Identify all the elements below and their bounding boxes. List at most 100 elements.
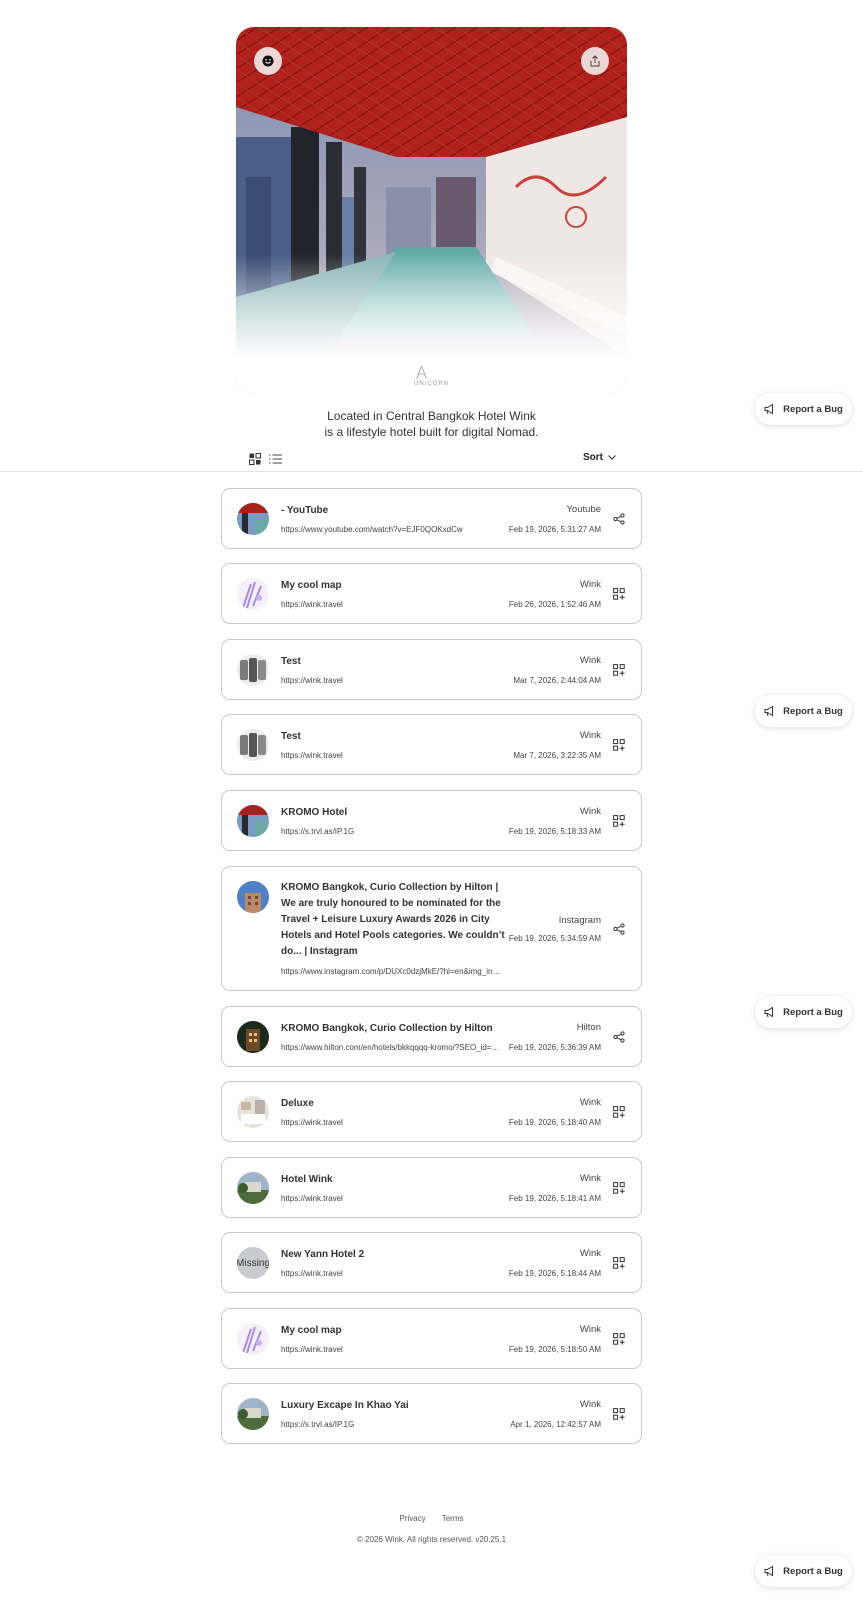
- item-card[interactable]: Luxury Excape In Khao Yai https://s.trvl.…: [221, 1383, 642, 1444]
- sort-dropdown[interactable]: Sort: [583, 452, 616, 463]
- item-title[interactable]: KROMO Hotel: [281, 805, 501, 821]
- item-title[interactable]: Deluxe: [281, 1096, 501, 1112]
- report-bug-label: Report a Bug: [783, 1006, 843, 1018]
- hotel-logo: UNICORN: [414, 365, 449, 387]
- report-bug-button[interactable]: Report a Bug: [755, 695, 852, 727]
- item-date: Mar 7, 2026, 2:44:04 AM: [513, 676, 601, 685]
- item-thumbnail: [237, 1172, 269, 1204]
- add-to-grid-icon[interactable]: [613, 1333, 625, 1345]
- report-bug-button[interactable]: Report a Bug: [755, 996, 852, 1028]
- item-thumbnail: Missing: [237, 1247, 269, 1279]
- item-url: https://wink.travel: [281, 676, 343, 685]
- item-url: https://wink.travel: [281, 1345, 343, 1354]
- item-card[interactable]: Test https://wink.travel Wink Mar 7, 2026, …: [221, 639, 642, 700]
- item-source: Wink: [579, 579, 601, 590]
- item-date: Feb 19, 2026, 5:18:50 AM: [508, 1345, 601, 1354]
- item-source: Wink: [579, 1097, 601, 1108]
- item-thumbnail: [237, 1096, 269, 1128]
- item-thumbnail: [237, 881, 269, 913]
- item-url: https://s.trvl.as/IP.1G: [281, 1420, 355, 1429]
- megaphone-icon: [764, 1006, 776, 1018]
- add-to-grid-icon[interactable]: [613, 664, 625, 676]
- add-to-grid-icon[interactable]: [613, 1257, 625, 1269]
- sort-label: Sort: [583, 452, 603, 463]
- item-date: Feb 19, 2026, 5:18:41 AM: [508, 1194, 601, 1203]
- hotel-tagline: Located in Central Bangkok Hotel Wink is…: [0, 408, 863, 440]
- view-toggle: [248, 452, 282, 465]
- add-to-grid-icon[interactable]: [613, 1182, 625, 1194]
- add-to-grid-icon[interactable]: [613, 1408, 625, 1420]
- item-url: https://www.youtube.com/watch?v=EJF0QOKx…: [281, 525, 463, 534]
- item-title[interactable]: Luxury Excape In Khao Yai: [281, 1398, 501, 1414]
- item-url: https://s.trvl.as/IP.1G: [281, 827, 355, 836]
- share-icon[interactable]: [613, 923, 625, 935]
- report-bug-label: Report a Bug: [783, 403, 843, 415]
- add-to-grid-icon[interactable]: [613, 815, 625, 827]
- item-card[interactable]: Deluxe https://wink.travel Wink Feb 19, 202…: [221, 1081, 642, 1142]
- tagline-line-2: is a lifestyle hotel built for digital N…: [324, 425, 539, 439]
- item-source: Wink: [579, 1173, 601, 1184]
- item-title[interactable]: Test: [281, 729, 501, 745]
- item-thumbnail: [237, 1021, 269, 1053]
- item-card[interactable]: My cool map https://wink.travel Wink Feb 26…: [221, 563, 642, 624]
- megaphone-icon: [764, 403, 776, 415]
- item-card[interactable]: KROMO Bangkok, Curio Collection by Hilto…: [221, 866, 642, 991]
- item-source: Wink: [579, 1399, 601, 1410]
- item-date: Feb 19, 2026, 5:36:39 AM: [508, 1043, 601, 1052]
- item-source: Instagram: [558, 915, 601, 926]
- item-title[interactable]: - YouTube: [281, 503, 501, 519]
- item-title[interactable]: My cool map: [281, 1323, 501, 1339]
- item-title[interactable]: KROMO Bangkok, Curio Collection by Hilto…: [281, 880, 506, 960]
- item-title[interactable]: My cool map: [281, 578, 501, 594]
- item-date: Mar 7, 2026, 3:22:35 AM: [513, 751, 601, 760]
- item-source: Wink: [579, 655, 601, 666]
- item-source: Wink: [579, 730, 601, 741]
- item-card[interactable]: KROMO Bangkok, Curio Collection by Hilto…: [221, 1006, 642, 1067]
- item-card[interactable]: - YouTube https://www.youtube.com/watch?v…: [221, 488, 642, 549]
- item-card[interactable]: Hotel Wink https://wink.travel Wink Feb 19,…: [221, 1157, 642, 1218]
- chevron-down-icon: [608, 455, 616, 460]
- item-source: Wink: [579, 1248, 601, 1259]
- add-to-grid-icon[interactable]: [613, 588, 625, 600]
- item-card[interactable]: Test https://wink.travel Wink Mar 7, 2026, …: [221, 714, 642, 775]
- item-date: Feb 19, 2026, 5:34:59 AM: [508, 934, 601, 943]
- item-date: Feb 26, 2026, 1:52:46 AM: [508, 600, 601, 609]
- item-source: Wink: [579, 1324, 601, 1335]
- footer-links: Privacy Terms: [0, 1514, 863, 1523]
- item-thumbnail: [237, 578, 269, 610]
- add-to-grid-icon[interactable]: [613, 739, 625, 751]
- item-date: Feb 19, 2026, 5:18:33 AM: [508, 827, 601, 836]
- item-thumbnail: [237, 1323, 269, 1355]
- item-card[interactable]: Missing New Yann Hotel 2 https://wink.trav…: [221, 1232, 642, 1293]
- missing-thumbnail-text: Missing: [237, 1247, 269, 1279]
- report-bug-button[interactable]: Report a Bug: [755, 393, 852, 425]
- item-thumbnail: [237, 805, 269, 837]
- toolbar-divider: [0, 471, 863, 472]
- item-title[interactable]: Test: [281, 654, 501, 670]
- add-to-grid-icon[interactable]: [613, 1106, 625, 1118]
- report-bug-label: Report a Bug: [783, 705, 843, 717]
- share-icon[interactable]: [613, 513, 625, 525]
- item-source: Youtube: [566, 504, 601, 515]
- item-title[interactable]: New Yann Hotel 2: [281, 1247, 501, 1263]
- item-title[interactable]: KROMO Bangkok, Curio Collection by Hilto…: [281, 1021, 501, 1037]
- item-thumbnail: [237, 729, 269, 761]
- item-url: https://wink.travel: [281, 1118, 343, 1127]
- privacy-link[interactable]: Privacy: [399, 1514, 425, 1523]
- hero-image: UNICORN: [236, 27, 627, 393]
- report-bug-button[interactable]: Report a Bug: [755, 1555, 852, 1587]
- item-date: Feb 19, 2026, 5:18:44 AM: [508, 1269, 601, 1278]
- item-source: Hilton: [576, 1022, 601, 1033]
- item-url: https://wink.travel: [281, 1194, 343, 1203]
- item-title[interactable]: Hotel Wink: [281, 1172, 501, 1188]
- list-view-icon[interactable]: [269, 452, 282, 465]
- smiley-icon[interactable]: [254, 47, 282, 75]
- item-card[interactable]: My cool map https://wink.travel Wink Feb 19…: [221, 1308, 642, 1369]
- share-icon[interactable]: [613, 1031, 625, 1043]
- item-card[interactable]: KROMO Hotel https://s.trvl.as/IP.1G Wink Fe…: [221, 790, 642, 851]
- grid-view-icon[interactable]: [248, 452, 261, 465]
- item-url: https://www.instagram.com/p/DUXc0dzjMkE/…: [281, 967, 503, 976]
- terms-link[interactable]: Terms: [442, 1514, 464, 1523]
- share-upload-icon[interactable]: [581, 47, 609, 75]
- item-date: Apr 1, 2026, 12:42:57 AM: [510, 1420, 601, 1429]
